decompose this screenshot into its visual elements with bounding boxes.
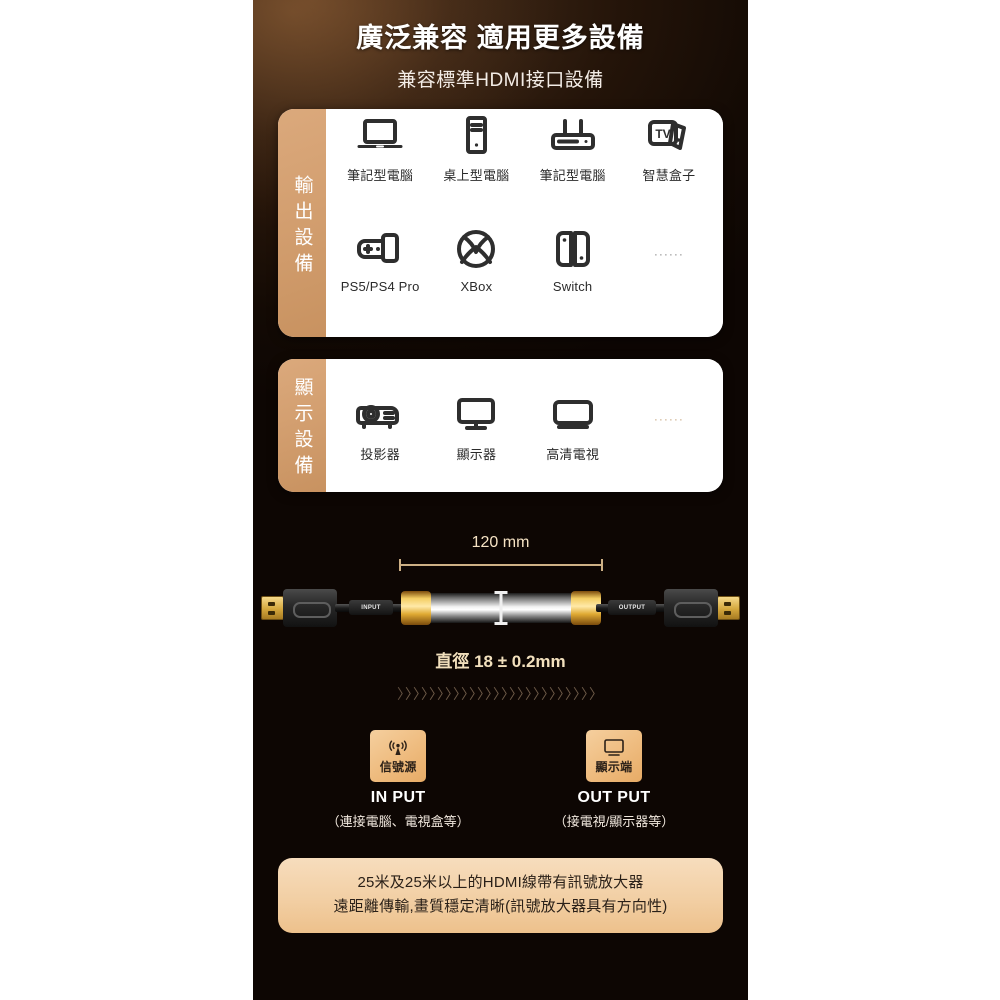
- desktop-tower-icon: [451, 109, 501, 161]
- switch-icon: [551, 223, 595, 275]
- device-item: 投影器: [332, 388, 428, 463]
- display-devices-label: 顯示設備: [291, 377, 313, 482]
- device-label: 筆記型電腦: [347, 168, 414, 184]
- display-devices-body: 投影器 顯示器 高清電視 ······: [326, 359, 723, 493]
- output-devices-label-strip: 輸出設備: [278, 109, 326, 338]
- device-item: 筆記型電腦: [332, 109, 428, 184]
- device-label: 投影器: [360, 447, 400, 463]
- gold-contact-left: [261, 596, 284, 621]
- ellipsis-dots: ······: [653, 412, 684, 427]
- projector-icon: [353, 388, 407, 440]
- input-badge: 信號源: [370, 730, 427, 783]
- output-tag: OUTPUT: [608, 600, 656, 616]
- device-item: XBox: [428, 223, 524, 294]
- signal-amplifier-barrel: [401, 591, 601, 626]
- output-badge: 顯示端: [586, 730, 642, 783]
- cable-diameter-label: 直徑 18 ± 0.2mm: [435, 652, 566, 672]
- amplifier-note-box: 25米及25米以上的HDMI線帶有訊號放大器 遠距離傳輸,畫質穩定清晰(訊號放大…: [278, 858, 723, 933]
- dimension-cap-right: [600, 559, 603, 572]
- plug-housing-right: [664, 589, 718, 628]
- amplifier-center-mark: [499, 591, 503, 626]
- device-label: 智慧盒子: [642, 168, 696, 184]
- input-output-section: 信號源 IN PUT （連接電腦、電視盒等） 顯示端 OUT PUT （接電視/…: [253, 730, 748, 830]
- gold-contact-right: [717, 596, 740, 621]
- input-column: 信號源 IN PUT （連接電腦、電視盒等）: [327, 730, 470, 830]
- more-displays-indicator: ······: [621, 388, 717, 426]
- note-line-2: 遠距離傳輸,畫質穩定清晰(訊號放大器具有方向性): [333, 897, 668, 915]
- header: 廣泛兼容 適用更多設備 兼容標準HDMI接口設備: [253, 0, 748, 92]
- dark-product-panel: 廣泛兼容 適用更多設備 兼容標準HDMI接口設備 輸出設備 筆記型電腦 桌上型電…: [253, 0, 748, 1000]
- signal-tower-icon: [387, 737, 409, 757]
- display-devices-card: 顯示設備 投影器 顯示器 高清電視 ······: [278, 359, 723, 493]
- hdmi-plug-left: [261, 589, 337, 628]
- display-devices-row: 投影器 顯示器 高清電視 ······: [326, 388, 723, 463]
- output-devices-row-2: PS5/PS4 Pro XBox Switch ······: [326, 223, 723, 337]
- input-title: IN PUT: [370, 789, 426, 807]
- dimension-line: [398, 559, 603, 572]
- output-devices-row-1: 筆記型電腦 桌上型電腦 筆記型電腦 TV 智慧盒子: [326, 109, 723, 223]
- display-devices-label-strip: 顯示設備: [278, 359, 326, 493]
- input-badge-text: 信號源: [379, 760, 417, 775]
- amplifier-gold-ring-left: [401, 591, 431, 626]
- output-devices-label: 輸出設備: [291, 174, 313, 279]
- monitor-icon: [451, 388, 501, 440]
- device-label: 桌上型電腦: [443, 168, 510, 184]
- page-title: 廣泛兼容 適用更多設備: [356, 23, 645, 53]
- device-item: 筆記型電腦: [525, 109, 621, 184]
- more-devices-indicator: ······: [621, 223, 717, 261]
- hdtv-icon: [547, 388, 599, 440]
- output-devices-body: 筆記型電腦 桌上型電腦 筆記型電腦 TV 智慧盒子 PS5/PS4 Pro XB…: [326, 109, 723, 338]
- hdmi-plug-right: [664, 589, 740, 628]
- tv-box-icon: TV: [643, 109, 695, 161]
- device-label: 高清電視: [546, 447, 600, 463]
- device-item: 顯示器: [428, 388, 524, 463]
- device-item: PS5/PS4 Pro: [332, 223, 428, 294]
- device-label: 筆記型電腦: [539, 168, 606, 184]
- input-subtitle: （連接電腦、電視盒等）: [326, 814, 470, 830]
- device-label: Switch: [552, 279, 593, 295]
- hdmi-cable-illustration: INPUT OUTPUT: [253, 581, 748, 635]
- device-label: 顯示器: [456, 447, 497, 463]
- ellipsis-dots: ······: [653, 247, 684, 262]
- xbox-icon: [453, 223, 499, 275]
- device-item: 高清電視: [525, 388, 621, 463]
- device-label: PS5/PS4 Pro: [340, 279, 420, 295]
- laptop-icon: [355, 109, 405, 161]
- device-item: 桌上型電腦: [428, 109, 524, 184]
- output-title: OUT PUT: [577, 789, 651, 807]
- input-tag: INPUT: [349, 600, 393, 616]
- svg-text:TV: TV: [655, 127, 670, 141]
- page-subtitle: 兼容標準HDMI接口設備: [397, 70, 604, 92]
- monitor-icon: [602, 737, 626, 757]
- plug-housing-left: [283, 589, 337, 628]
- dimension-bar: [398, 564, 603, 567]
- dimension-cap-left: [398, 559, 401, 572]
- router-icon: [547, 109, 599, 161]
- chevron-decoration: 〉〉〉〉〉〉〉〉〉〉〉〉〉〉〉〉〉〉〉〉〉〉〉〉〉: [397, 686, 604, 703]
- playstation-controller-icon: [353, 223, 407, 275]
- device-item: TV 智慧盒子: [621, 109, 717, 184]
- device-item: Switch: [525, 223, 621, 294]
- output-column: 顯示端 OUT PUT （接電視/顯示器等）: [553, 730, 675, 830]
- output-subtitle: （接電視/顯示器等）: [553, 814, 675, 830]
- cable-length-label: 120 mm: [471, 534, 530, 552]
- product-infographic-page: 廣泛兼容 適用更多設備 兼容標準HDMI接口設備 輸出設備 筆記型電腦 桌上型電…: [0, 0, 1000, 1000]
- output-devices-card: 輸出設備 筆記型電腦 桌上型電腦 筆記型電腦 TV 智慧盒子 PS5/PS4 P…: [278, 109, 723, 338]
- cable-spec-section: 120 mm INPUT OUTPUT 直徑 18 ± 0.2mm 〉〉〉〉〉〉…: [253, 534, 748, 704]
- device-label: XBox: [460, 279, 493, 295]
- amplifier-center-cap-top: [494, 591, 508, 595]
- note-line-1: 25米及25米以上的HDMI線帶有訊號放大器: [357, 874, 644, 892]
- output-badge-text: 顯示端: [595, 760, 633, 775]
- amplifier-center-cap-bottom: [494, 622, 508, 626]
